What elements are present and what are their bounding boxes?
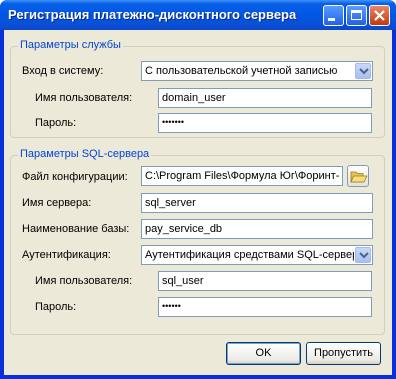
ok-button[interactable]: OK — [226, 342, 301, 365]
close-button[interactable] — [369, 5, 390, 26]
config-file-input[interactable]: C:\Program Files\Формула Юг\Форинт- — [141, 166, 343, 186]
config-file-label: Файл конфигурации: — [22, 171, 128, 183]
title-bar[interactable]: Регистрация платежно-дисконтного сервера — [0, 0, 396, 30]
server-name-input[interactable]: sql_server — [141, 193, 373, 213]
chevron-down-icon — [359, 68, 369, 75]
server-name-label: Имя сервера: — [22, 197, 92, 209]
sql-password-input[interactable]: •••••• — [158, 297, 372, 317]
chevron-down-icon — [359, 252, 369, 259]
minimize-button[interactable] — [323, 5, 344, 26]
database-name-label: Наименование базы: — [22, 223, 130, 235]
dialog-body: Параметры службы Вход в систему: С польз… — [4, 30, 392, 375]
login-mode-value: С пользовательской учетной записью — [145, 65, 338, 77]
authentication-dropdown-button[interactable] — [355, 247, 371, 263]
sql-password-label: Пароль: — [35, 301, 77, 313]
service-password-label: Пароль: — [35, 117, 77, 129]
skip-button[interactable]: Пропустить — [306, 342, 381, 365]
service-password-input[interactable]: ••••••• — [158, 113, 372, 133]
login-mode-select[interactable]: С пользовательской учетной записью — [141, 61, 373, 81]
service-params-legend: Параметры службы — [18, 39, 123, 51]
close-icon — [374, 10, 385, 21]
sql-user-label: Имя пользователя: — [35, 275, 133, 287]
sql-user-input[interactable]: sql_user — [158, 271, 372, 291]
maximize-icon — [351, 10, 362, 20]
window-title: Регистрация платежно-дисконтного сервера — [8, 7, 297, 22]
service-user-label: Имя пользователя: — [35, 92, 133, 104]
browse-config-button[interactable] — [347, 165, 369, 187]
login-mode-dropdown-button[interactable] — [355, 63, 371, 79]
folder-open-icon — [350, 171, 368, 183]
sql-params-legend: Параметры SQL-сервера — [18, 148, 152, 160]
database-name-input[interactable]: pay_service_db — [141, 219, 373, 239]
authentication-select[interactable]: Аутентификация средствами SQL-сервер — [141, 245, 373, 265]
authentication-value: Аутентификация средствами SQL-сервер — [145, 249, 354, 261]
minimize-icon — [328, 18, 335, 21]
service-user-input[interactable]: domain_user — [158, 88, 372, 108]
login-label: Вход в систему: — [22, 65, 104, 77]
authentication-label: Аутентификация: — [22, 249, 111, 261]
maximize-button[interactable] — [346, 5, 367, 26]
dialog-window: Регистрация платежно-дисконтного сервера… — [0, 0, 396, 379]
